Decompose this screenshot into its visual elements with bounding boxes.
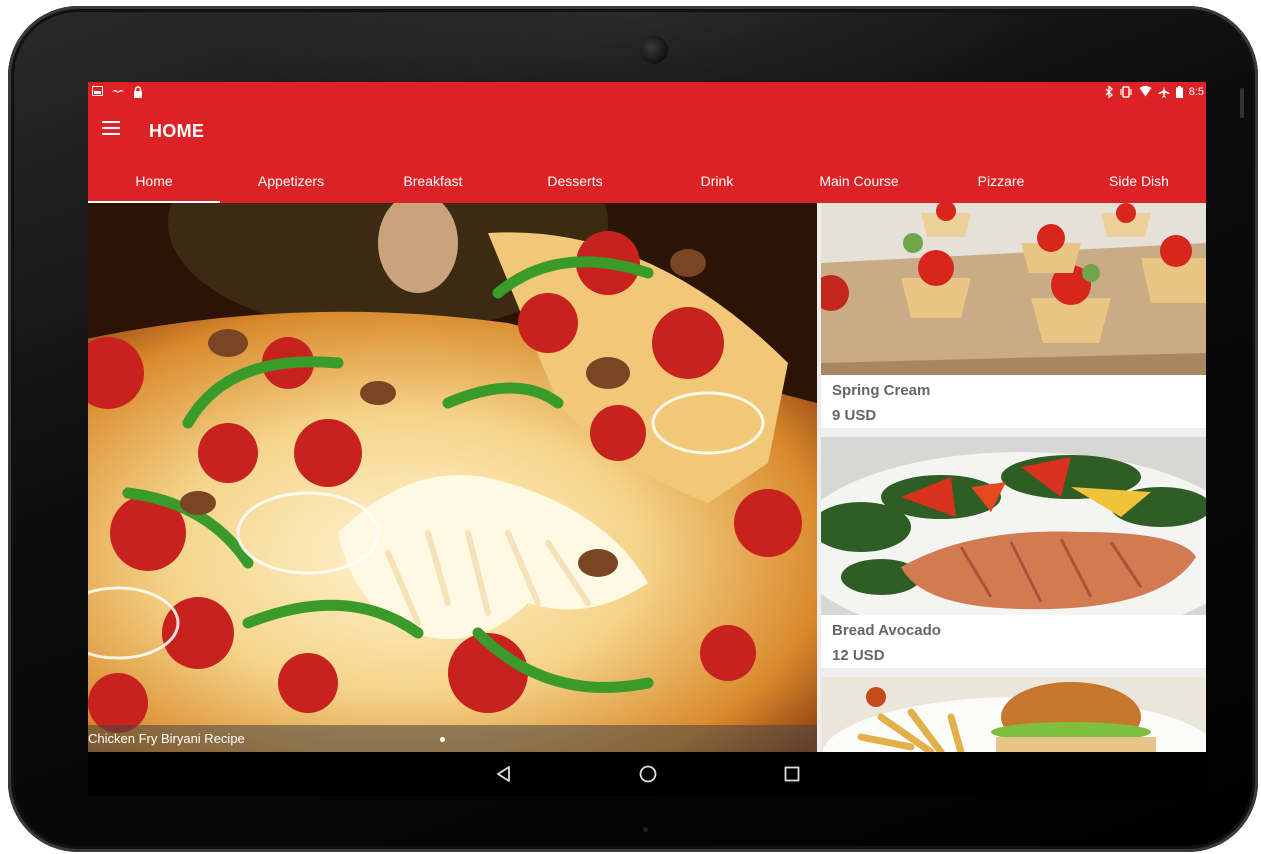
recents-square-icon[interactable]	[780, 762, 804, 786]
vibrate-icon	[1119, 86, 1133, 98]
recipe-card[interactable]: Bread Avocado 12 USD	[821, 437, 1206, 668]
tab-desserts[interactable]: Desserts	[504, 158, 646, 203]
category-tabs: Home Appetizers Breakfast Desserts Drink…	[88, 158, 1206, 203]
status-time: 8:5	[1188, 86, 1204, 98]
recipe-card[interactable]	[821, 677, 1206, 752]
tab-home[interactable]: Home	[88, 158, 220, 203]
status-bar: 8:5	[88, 82, 1206, 104]
app-toolbar: HOME	[88, 104, 1206, 158]
battery-icon	[1175, 86, 1183, 98]
mustache-notification-icon	[111, 86, 125, 98]
salmon-salad-photo	[821, 437, 1206, 615]
slider-indicator-dot[interactable]	[440, 737, 445, 742]
page-title: HOME	[149, 121, 205, 141]
hero-caption-bar: Chicken Fry Biryani Recipe	[88, 725, 817, 752]
recipe-price: 9 USD	[832, 407, 877, 424]
back-icon[interactable]	[492, 762, 516, 786]
tab-side-dish[interactable]: Side Dish	[1072, 158, 1206, 203]
tab-pizzare[interactable]: Pizzare	[930, 158, 1072, 203]
bluetooth-icon	[1105, 85, 1113, 99]
burger-fries-photo	[821, 677, 1206, 752]
microphone-hole	[643, 827, 648, 832]
tab-drink[interactable]: Drink	[646, 158, 788, 203]
recipe-card[interactable]: Spring Cream 9 USD	[821, 203, 1206, 428]
app-screen: 8:5 HOME Home Appetizers Breakfast Desse…	[88, 82, 1206, 752]
gallery-notification-icon	[92, 86, 103, 98]
wifi-icon	[1139, 86, 1152, 98]
tartlets-photo	[821, 203, 1206, 375]
lock-notification-icon	[133, 86, 143, 98]
system-nav-bar	[88, 752, 1206, 796]
tab-main-course[interactable]: Main Course	[788, 158, 930, 203]
airplane-mode-icon	[1158, 86, 1170, 98]
recipe-name: Bread Avocado	[832, 622, 941, 639]
home-circle-icon[interactable]	[636, 762, 660, 786]
tab-breakfast[interactable]: Breakfast	[362, 158, 504, 203]
hero-caption: Chicken Fry Biryani Recipe	[88, 731, 245, 746]
tab-appetizers[interactable]: Appetizers	[220, 158, 362, 203]
recipe-feed: Spring Cream 9 USD Bread Avocado 12 USD	[821, 203, 1206, 752]
recipe-price: 12 USD	[832, 647, 885, 664]
side-button	[1240, 88, 1244, 118]
hero-slider[interactable]: Chicken Fry Biryani Recipe	[88, 203, 817, 752]
menu-icon[interactable]	[102, 121, 120, 139]
pizza-photo	[88, 203, 817, 752]
recipe-name: Spring Cream	[832, 382, 931, 399]
front-camera	[640, 36, 668, 64]
